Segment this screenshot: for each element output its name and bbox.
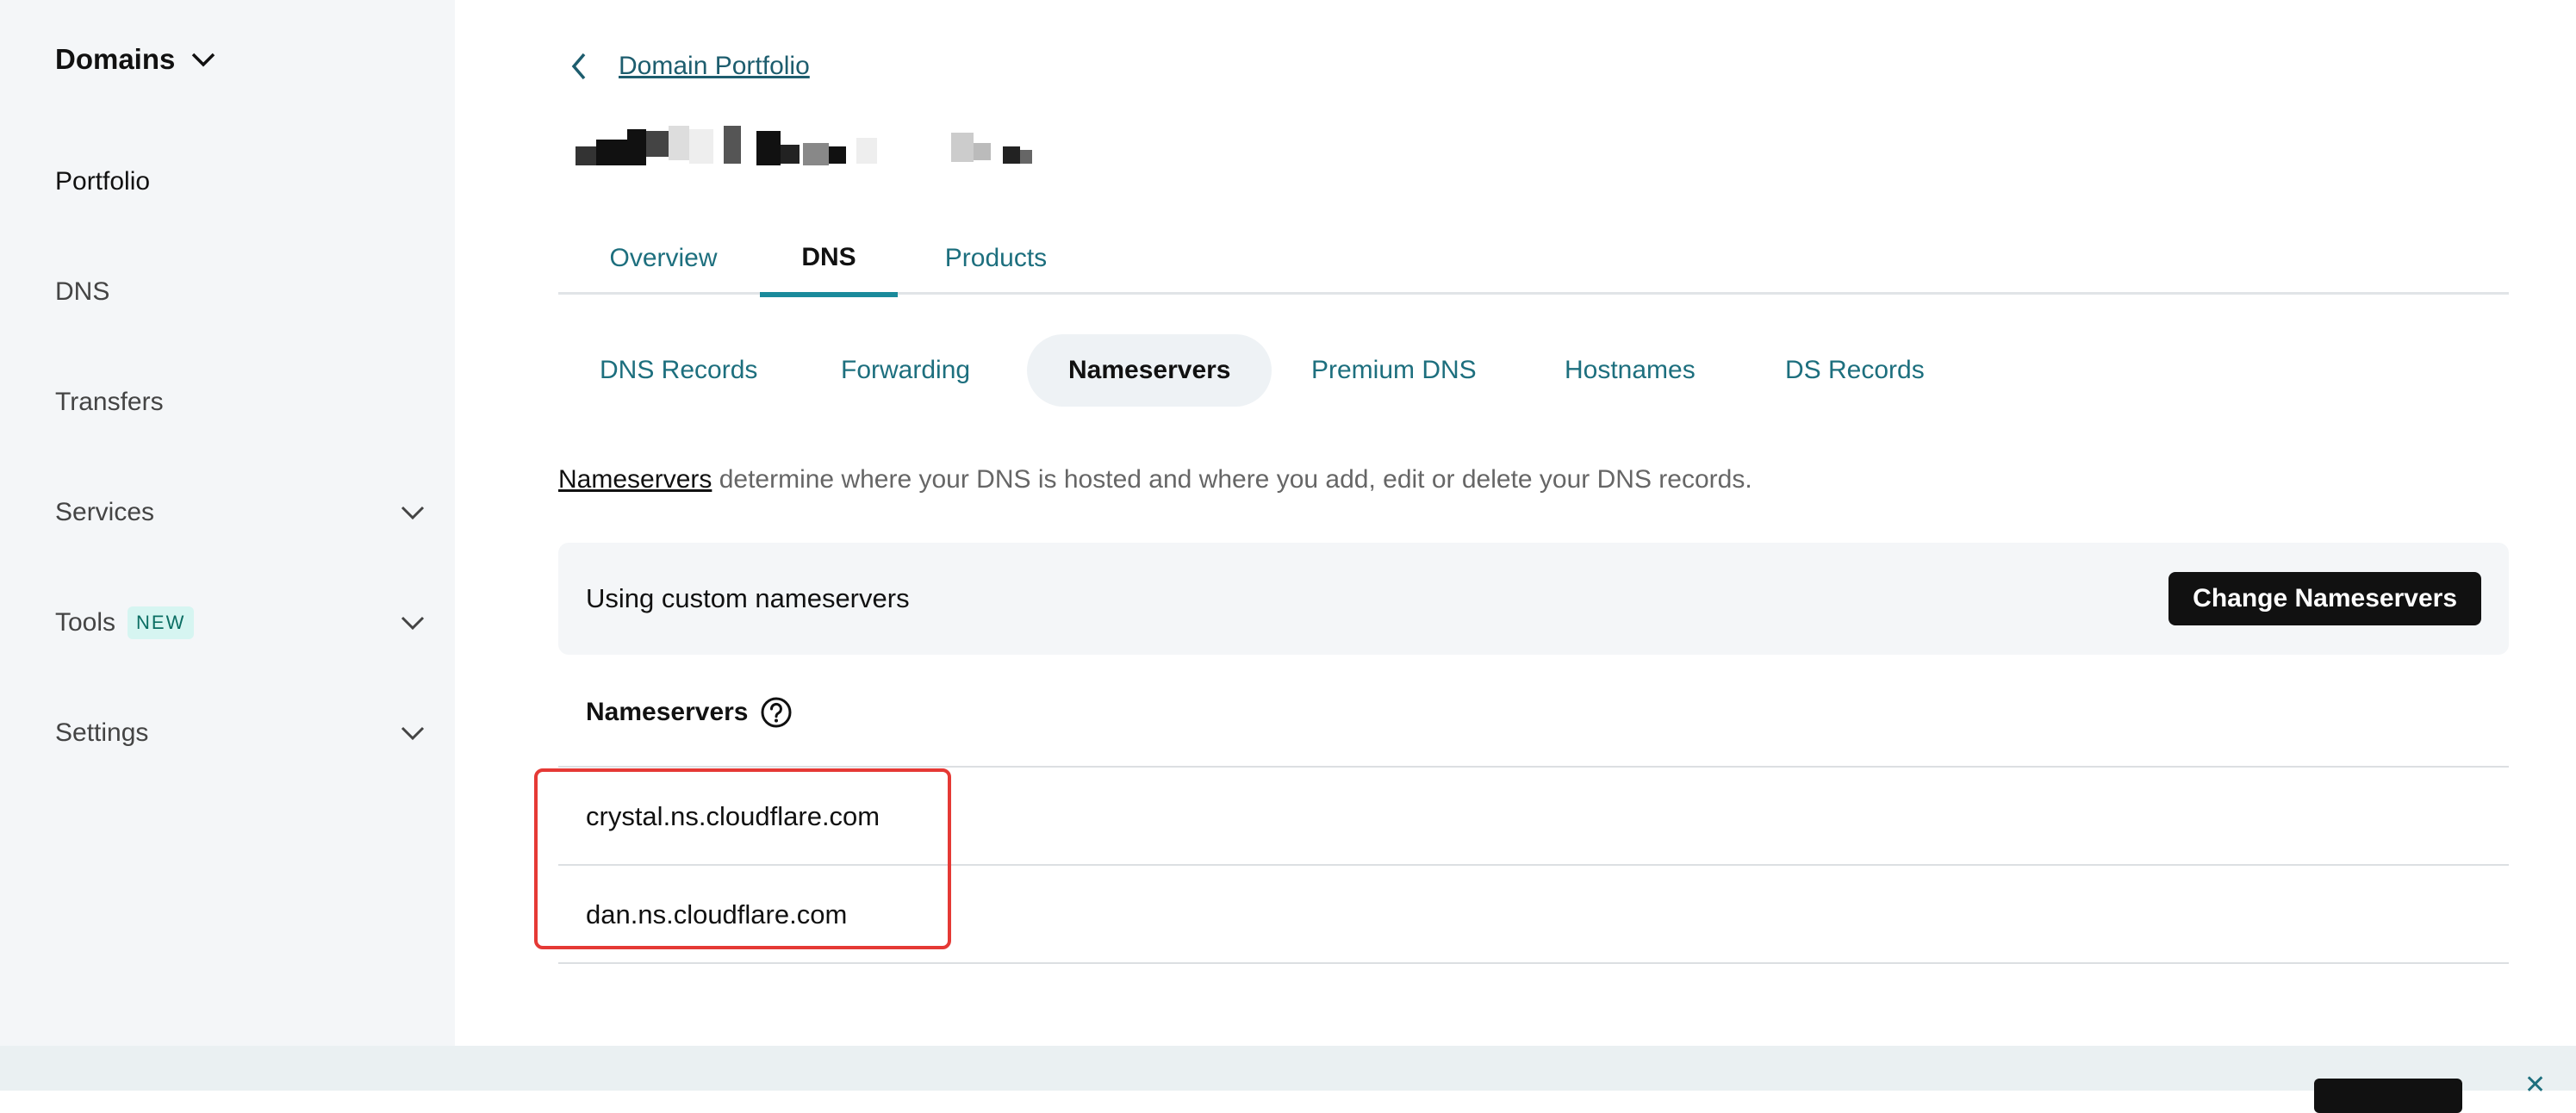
nameservers-description: Nameservers determine where your DNS is … [558, 465, 1752, 494]
banner-accept-button[interactable] [2314, 1079, 2462, 1113]
tab-label: DNS [801, 242, 856, 271]
sidebar-title[interactable]: Domains [55, 43, 216, 76]
nameserver-status-panel: Using custom nameservers Change Nameserv… [558, 543, 2509, 655]
subtab-dns-records[interactable]: DNS Records [558, 334, 799, 407]
nameservers-header: Nameservers [586, 696, 793, 729]
close-icon[interactable]: ✕ [2524, 1070, 2546, 1100]
sidebar-item-label: Services [55, 498, 155, 526]
sidebar-title-label: Domains [55, 43, 176, 75]
sidebar-item-portfolio[interactable]: Portfolio [55, 156, 426, 208]
chevron-down-icon[interactable] [400, 504, 426, 521]
subtab-ds-records[interactable]: DS Records [1744, 334, 1966, 407]
tab-dns[interactable]: DNS [760, 222, 898, 297]
sidebar-item-dns[interactable]: DNS [55, 266, 426, 318]
sidebar-item-tools[interactable]: Tools NEW [55, 597, 426, 649]
sidebar-item-services[interactable]: Services [55, 487, 426, 538]
subtab-label: Premium DNS [1311, 356, 1477, 384]
subtab-forwarding[interactable]: Forwarding [800, 334, 1011, 407]
tab-label: Products [944, 244, 1048, 272]
breadcrumb[interactable]: Domain Portfolio [570, 52, 810, 81]
chevron-down-icon [192, 53, 215, 67]
tab-products[interactable]: Products [901, 222, 1091, 295]
back-link-label[interactable]: Domain Portfolio [619, 52, 810, 81]
subtab-nameservers[interactable]: Nameservers [1027, 334, 1272, 407]
subtab-label: DS Records [1785, 356, 1925, 384]
chevron-left-icon[interactable] [570, 52, 588, 81]
sidebar-item-label: Settings [55, 718, 149, 747]
sidebar-item-label: Portfolio [55, 167, 151, 196]
description-text: determine where your DNS is hosted and w… [712, 465, 1752, 494]
question-circle-icon[interactable] [760, 696, 793, 729]
subtab-hostnames[interactable]: Hostnames [1523, 334, 1737, 407]
tab-overview[interactable]: Overview [570, 222, 756, 295]
subtab-label: Hostnames [1565, 356, 1696, 384]
subtab-label: DNS Records [600, 356, 758, 384]
subtab-label: Forwarding [841, 356, 971, 384]
nameservers-header-label: Nameservers [586, 698, 749, 726]
divider [558, 962, 2509, 964]
nameservers-help-link[interactable]: Nameservers [558, 465, 712, 494]
change-nameservers-button[interactable]: Change Nameservers [2168, 572, 2481, 625]
subtab-label: Nameservers [1068, 356, 1231, 384]
new-badge: NEW [128, 606, 195, 639]
sidebar-item-label: Tools [55, 608, 116, 637]
divider [558, 766, 2509, 768]
domain-title-redacted [572, 121, 1055, 172]
chevron-down-icon[interactable] [400, 724, 426, 742]
tab-label: Overview [609, 244, 718, 272]
sidebar: Domains Portfolio DNS Transfers Services… [0, 0, 455, 1046]
primary-tabs: Overview DNS Products [558, 222, 2509, 297]
sidebar-item-label: Transfers [55, 388, 164, 416]
dns-subtabs: DNS Records Forwarding Nameservers Premi… [558, 334, 2509, 407]
sidebar-item-settings[interactable]: Settings [55, 707, 426, 759]
sidebar-item-transfers[interactable]: Transfers [55, 376, 426, 428]
cookie-banner: ✕ [0, 1046, 2576, 1113]
subtab-premium-dns[interactable]: Premium DNS [1270, 334, 1518, 407]
status-text: Using custom nameservers [586, 583, 910, 613]
highlight-annotation [534, 768, 951, 949]
sidebar-item-label: DNS [55, 277, 110, 306]
chevron-down-icon[interactable] [400, 614, 426, 631]
